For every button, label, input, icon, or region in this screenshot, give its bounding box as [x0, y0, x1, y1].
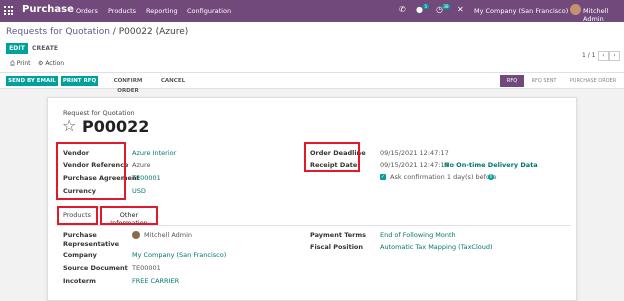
purchase-agreement-field[interactable]: TE00001 — [132, 174, 161, 182]
menu-products[interactable]: Products — [108, 7, 136, 15]
app-name[interactable]: Purchase — [22, 4, 74, 15]
print-rfq-button[interactable]: PRINT RFQ — [61, 76, 98, 86]
gear-icon: ⚙ — [38, 60, 44, 67]
top-navbar: Purchase Orders Products Reporting Confi… — [0, 0, 624, 23]
print-icon: ⎙ — [10, 60, 15, 67]
vendor-reference-field[interactable]: Azure — [132, 161, 151, 169]
cancel-button[interactable]: CANCEL — [158, 76, 188, 86]
order-deadline-field[interactable]: 09/15/2021 12:47:17 — [380, 149, 449, 157]
confirm-order-button[interactable]: CONFIRM ORDER — [102, 76, 154, 94]
menu-orders[interactable]: Orders — [76, 7, 98, 15]
highlight-box-other-info-tab — [100, 206, 158, 225]
payment-terms-field[interactable]: End of Following Month — [380, 231, 456, 239]
menu-reporting[interactable]: Reporting — [146, 7, 178, 15]
on-time-delivery-badge: No On-time Delivery Data — [444, 161, 538, 169]
company-field[interactable]: My Company (San Francisco) — [132, 251, 226, 259]
avatar[interactable] — [570, 4, 581, 15]
incoterm-field[interactable]: FREE CARRIER — [132, 277, 179, 285]
menu-configuration[interactable]: Configuration — [187, 7, 231, 15]
receipt-date-field[interactable]: 09/15/2021 12:47:17 — [380, 161, 449, 169]
action-label: Action — [45, 60, 65, 67]
vendor-field[interactable]: Azure Interior — [132, 149, 176, 157]
fiscal-position-label: Fiscal Position — [310, 243, 364, 251]
pager-next[interactable]: › — [609, 51, 620, 61]
ask-confirmation-days[interactable]: 1 — [447, 173, 451, 181]
print-label: Print — [16, 60, 31, 67]
breadcrumb-parent[interactable]: Requests for Quotation — [6, 27, 110, 37]
breadcrumb-current: P00022 (Azure) — [118, 27, 189, 37]
chat-icon[interactable]: ● — [416, 6, 423, 14]
payment-terms-label: Payment Terms — [310, 231, 367, 239]
status-bar: SEND BY EMAIL PRINT RFQ CONFIRM ORDER CA… — [0, 73, 624, 94]
print-menu[interactable]: ⎙ Print — [10, 60, 31, 68]
create-button[interactable]: CREATE — [32, 43, 58, 54]
stage-rfq-sent[interactable]: RFQ SENT — [526, 75, 562, 87]
page-title: P00022 — [82, 117, 150, 136]
star-icon[interactable]: ☆ — [62, 118, 76, 134]
close-icon[interactable]: ✕ — [457, 6, 464, 14]
messages-badge: 5 — [423, 4, 429, 9]
user-menu[interactable]: Mitchell Admin — [583, 7, 624, 23]
purchase-representative-label: Purchase Representative — [63, 231, 120, 248]
stage-rfq[interactable]: RFQ — [500, 75, 524, 87]
pager-prev[interactable]: ‹ — [598, 51, 609, 61]
control-panel: Requests for Quotation / P00022 (Azure) … — [0, 22, 624, 73]
form-sheet: Request for Quotation ☆ P00022 Vendor Az… — [47, 97, 577, 301]
info-icon[interactable]: i — [488, 174, 494, 180]
stage-purchase-order[interactable]: PURCHASE ORDER — [564, 75, 622, 87]
company-label: Company — [63, 251, 97, 259]
pager-value[interactable]: 1 / 1 — [582, 52, 595, 59]
ask-confirmation-label: Ask confirmation 1 day(s) before — [390, 173, 497, 181]
highlight-box-left-labels — [56, 142, 126, 200]
source-document-field[interactable]: TE00001 — [132, 264, 161, 272]
phone-icon[interactable]: ✆ — [399, 6, 406, 14]
send-by-email-button[interactable]: SEND BY EMAIL — [6, 76, 58, 86]
edit-button[interactable]: EDIT — [6, 43, 28, 54]
incoterm-label: Incoterm — [63, 277, 96, 285]
action-menu[interactable]: ⚙ Action — [38, 60, 64, 67]
highlight-box-right-labels — [304, 142, 360, 172]
activities-badge: 38 — [442, 4, 451, 9]
source-document-label: Source Document — [63, 264, 128, 272]
highlight-box-products-tab — [57, 206, 98, 225]
avatar — [132, 231, 140, 239]
breadcrumb-separator: / — [109, 27, 119, 37]
apps-icon[interactable] — [4, 6, 13, 15]
company-switcher[interactable]: My Company (San Francisco) — [474, 7, 568, 15]
purchase-representative-field[interactable]: Mitchell Admin — [144, 231, 192, 239]
ask-confirmation-checkbox[interactable]: ✓ — [380, 174, 386, 180]
currency-field[interactable]: USD — [132, 187, 146, 195]
breadcrumb: Requests for Quotation / P00022 (Azure) — [6, 27, 188, 37]
fiscal-position-field[interactable]: Automatic Tax Mapping (TaxCloud) — [380, 243, 493, 251]
